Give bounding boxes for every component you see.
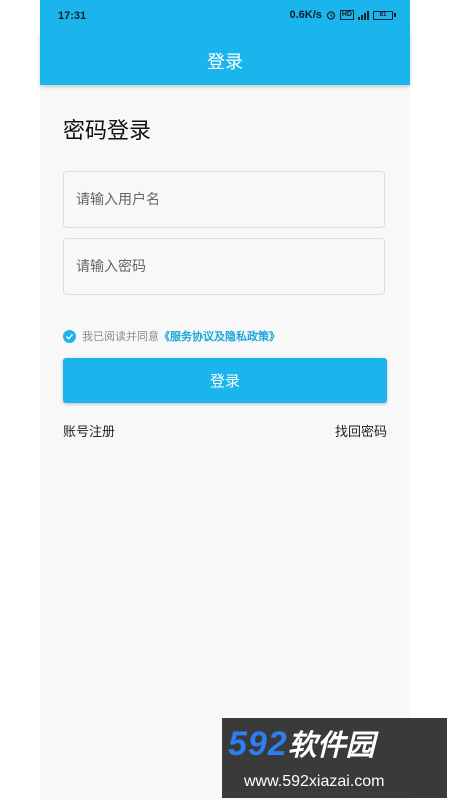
agree-checkbox[interactable]: [63, 329, 76, 343]
agree-text: 我已阅读并同意: [82, 330, 159, 343]
password-input[interactable]: [64, 239, 384, 294]
alarm-icon: [326, 11, 335, 20]
username-field[interactable]: [63, 171, 385, 228]
app-title: 登录: [207, 52, 243, 73]
checkmark-icon: [65, 333, 74, 340]
phone-screen: 17:31 0.6K/s HD 81 登录 密码登录 请输入用户名 我已阅读并同…: [40, 0, 410, 800]
agreement-row: 我已阅读并同意 《服务协议及隐私政策》: [63, 328, 280, 344]
policy-link[interactable]: 《服务协议及隐私政策》: [159, 328, 280, 344]
page-title: 密码登录: [63, 119, 152, 144]
status-bar: 17:31 0.6K/s HD 81: [40, 0, 410, 32]
watermark-url: www.592xiazai.com: [244, 773, 385, 790]
app-bar: 登录: [40, 32, 410, 85]
status-time: 17:31: [58, 10, 87, 22]
register-link[interactable]: 账号注册: [63, 421, 115, 440]
hd-badge: HD: [339, 10, 354, 20]
battery-level: 81: [373, 10, 393, 20]
signal-icon: [358, 10, 369, 20]
watermark-number: 592: [228, 725, 288, 763]
network-speed: 0.6K/s: [289, 9, 322, 21]
battery-icon: 81: [373, 10, 396, 20]
username-input[interactable]: [64, 172, 384, 227]
watermark-text: 软件园: [287, 728, 375, 762]
login-button[interactable]: 登录: [63, 358, 387, 403]
status-icons: 0.6K/s HD 81: [289, 9, 396, 21]
password-field[interactable]: [63, 238, 385, 295]
watermark-logo: 592软件园 www.592xiazai.com: [222, 718, 447, 798]
recover-password-link[interactable]: 找回密码: [335, 421, 387, 440]
